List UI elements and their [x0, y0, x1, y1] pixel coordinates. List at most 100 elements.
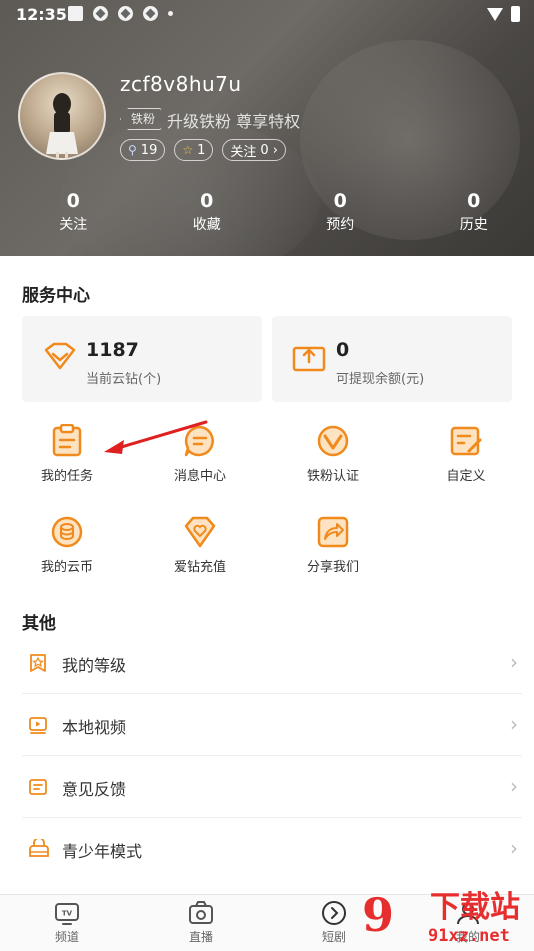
grid-item-my-tasks[interactable]: 我的任务 [22, 424, 112, 484]
tab-channels[interactable]: TV 频道 [27, 901, 107, 945]
red-arrow-annotation [100, 418, 210, 458]
edit-icon [449, 424, 483, 458]
grid-item-my-coins[interactable]: 我的云币 [22, 515, 112, 575]
stat-value: 0 [147, 190, 268, 212]
stars-pill[interactable]: ☆ 1 [174, 139, 213, 161]
status-bar: 12:35 [0, 0, 534, 28]
fan-upgrade-text[interactable]: 升级铁粉 尊享特权 [167, 108, 300, 132]
list-item-teen-mode[interactable]: 青少年模式 › [22, 818, 522, 880]
diamond-icon [42, 342, 78, 374]
stat-following[interactable]: 0 关注 [13, 190, 134, 234]
tab-label: 直播 [189, 930, 213, 944]
stat-value: 0 [13, 190, 134, 212]
follow-label: 关注 [230, 141, 256, 160]
play-icon [321, 901, 347, 925]
level-icon [28, 653, 48, 673]
notification-icons [68, 6, 173, 21]
list-label: 意见反馈 [62, 776, 126, 800]
stat-history[interactable]: 0 历史 [414, 190, 534, 234]
battery-icon [511, 6, 520, 22]
balance-card[interactable]: 0 可提现余额(元) [272, 316, 512, 402]
watermark-text: 下载站 [430, 892, 520, 924]
chevron-right-icon: › [510, 712, 518, 736]
profile-pills: ⚲ 19 ☆ 1 关注 0 › [120, 139, 286, 161]
service-center-title: 服务中心 [22, 281, 90, 306]
user-search-icon: ⚲ [128, 143, 137, 157]
star-icon: ☆ [182, 143, 193, 157]
share-icon [316, 515, 350, 549]
more-dot-icon [168, 11, 173, 16]
balance-amount: 0 [336, 339, 349, 361]
grid-item-share[interactable]: 分享我们 [288, 515, 378, 575]
stat-reservations[interactable]: 0 预约 [280, 190, 401, 234]
list-label: 青少年模式 [62, 838, 142, 862]
diamond-label: 当前云钻(个) [86, 368, 161, 387]
chevron-right-icon: › [273, 143, 278, 158]
chevron-right-icon: › [510, 774, 518, 798]
grid-item-customize[interactable]: 自定义 [421, 424, 511, 484]
diamond-card[interactable]: 1187 当前云钻(个) [22, 316, 262, 402]
pinwheel-icon [143, 6, 158, 21]
watermark-url: 91xz.net [428, 926, 510, 946]
list-item-my-level[interactable]: 我的等级 › [22, 632, 522, 694]
follow-count: 0 [260, 143, 268, 158]
chevron-right-icon: › [510, 650, 518, 674]
grid-label: 我的云币 [22, 556, 112, 575]
tv-icon: TV [54, 901, 80, 925]
fans-count: 19 [141, 143, 158, 158]
tab-live[interactable]: 直播 [161, 901, 241, 945]
local-video-icon [28, 715, 48, 735]
avatar[interactable] [18, 72, 106, 160]
pinwheel-icon [118, 6, 133, 21]
stats-row: 0 关注 0 收藏 0 预约 0 历史 [0, 190, 534, 234]
heart-diamond-icon [183, 515, 217, 549]
others-title: 其他 [22, 609, 56, 634]
grid-item-recharge[interactable]: 爱钻充值 [155, 515, 245, 575]
stat-value: 0 [414, 190, 534, 212]
fan-badge[interactable]: 铁粉 [120, 108, 162, 130]
verify-icon [316, 424, 350, 458]
follow-pill[interactable]: 关注 0 › [222, 139, 286, 161]
site-watermark: 9 下载站 91xz.net [362, 888, 534, 950]
system-icons [487, 6, 520, 22]
diamond-count: 1187 [86, 339, 139, 361]
stat-label: 历史 [414, 214, 534, 234]
username: zcf8v8hu7u [120, 72, 242, 96]
fans-pill[interactable]: ⚲ 19 [120, 139, 165, 161]
stat-label: 收藏 [147, 214, 268, 234]
grid-label: 铁粉认证 [288, 465, 378, 484]
tab-label: 频道 [55, 930, 79, 944]
teen-mode-icon [28, 839, 50, 859]
grid-label: 消息中心 [155, 465, 245, 484]
live-icon [188, 901, 214, 925]
withdraw-icon [292, 342, 328, 374]
grid-item-verify[interactable]: 铁粉认证 [288, 424, 378, 484]
task-icon [50, 424, 84, 458]
stars-count: 1 [197, 143, 205, 158]
list-item-local-video[interactable]: 本地视频 › [22, 694, 522, 756]
list-label: 我的等级 [62, 652, 126, 676]
list-label: 本地视频 [62, 714, 126, 738]
stat-value: 0 [280, 190, 401, 212]
feedback-icon [28, 777, 48, 797]
list-item-feedback[interactable]: 意见反馈 › [22, 756, 522, 818]
balance-label: 可提现余额(元) [336, 368, 424, 387]
tab-label: 短剧 [322, 930, 346, 944]
pinwheel-icon [93, 6, 108, 21]
wifi-icon [487, 8, 503, 21]
chevron-right-icon: › [510, 836, 518, 860]
stat-favorites[interactable]: 0 收藏 [147, 190, 268, 234]
watermark-logo: 9 [362, 892, 394, 938]
avatar-girl-icon [20, 74, 104, 158]
grid-label: 自定义 [421, 465, 511, 484]
grid-label: 爱钻充值 [155, 556, 245, 575]
coin-icon [50, 515, 84, 549]
grid-label: 我的任务 [22, 465, 112, 484]
notification-icon [68, 6, 83, 21]
profile-header: 12:35 zcf8v8hu7u 铁粉 升级铁粉 尊享特权 ⚲ 19 [0, 0, 534, 256]
stat-label: 预约 [280, 214, 401, 234]
svg-text:TV: TV [62, 910, 73, 918]
status-time: 12:35 [16, 5, 67, 24]
grid-label: 分享我们 [288, 556, 378, 575]
stat-label: 关注 [13, 214, 134, 234]
